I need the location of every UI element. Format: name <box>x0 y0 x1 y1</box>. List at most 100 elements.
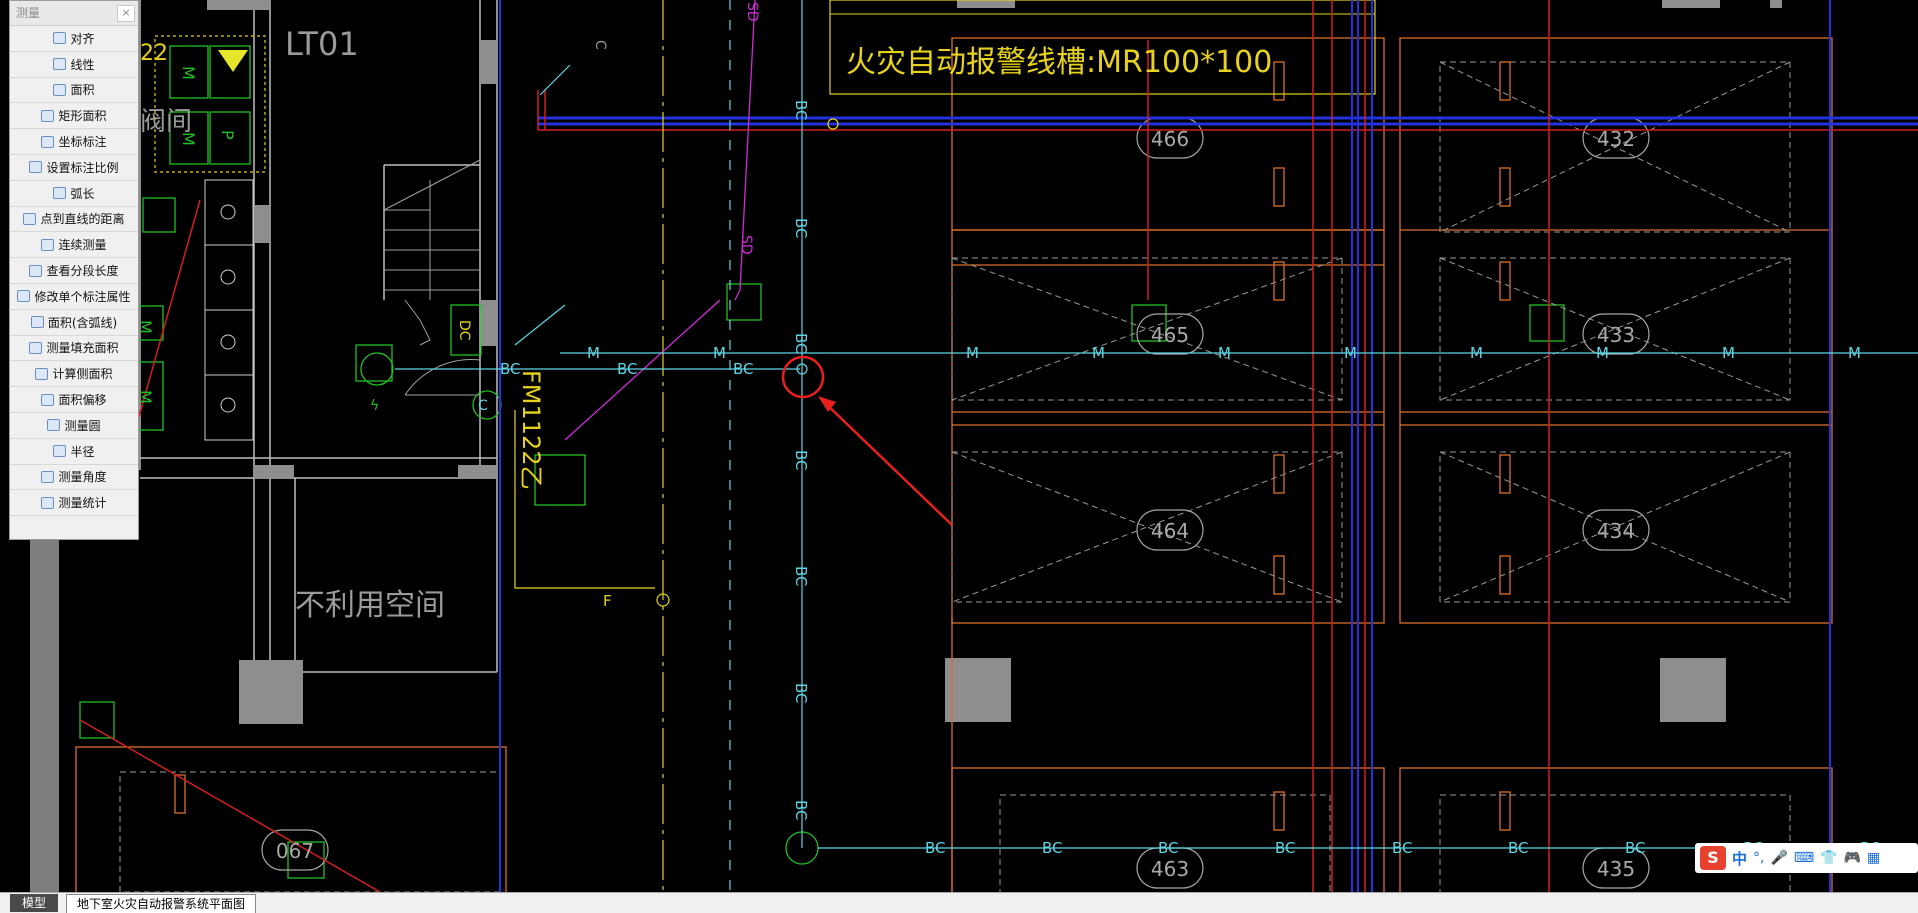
svg-text:BC: BC <box>1625 839 1646 857</box>
svg-text:BC: BC <box>792 218 810 239</box>
palette-close-button[interactable]: × <box>117 5 135 22</box>
svg-text:P: P <box>218 130 237 140</box>
stair-label: LT01 <box>285 25 359 63</box>
tool-fill-area[interactable]: 测量填充面积 <box>10 336 138 362</box>
skin-icon[interactable]: 👕 <box>1820 850 1837 866</box>
svg-text:M: M <box>1596 344 1609 362</box>
tool-angle[interactable]: 测量角度 <box>10 465 138 491</box>
svg-text:464: 464 <box>1151 519 1189 543</box>
svg-text:BC: BC <box>1392 839 1413 857</box>
tool-measure-circle[interactable]: 测量圆 <box>10 413 138 439</box>
tool-segment-length[interactable]: 查看分段长度 <box>10 258 138 284</box>
ime-toolbar[interactable]: S 中 °, 🎤 ⌨ 👕 🎮 ▦ <box>1695 843 1918 873</box>
point-line-icon <box>23 212 37 225</box>
door-label: FM1122乙 <box>517 370 545 490</box>
svg-text:BC: BC <box>792 566 810 587</box>
svg-text:BC: BC <box>792 333 810 354</box>
svg-text:BC: BC <box>1508 839 1529 857</box>
tool-continuous-measure[interactable]: 连续测量 <box>10 232 138 259</box>
sd-tag-2: SD <box>738 235 754 255</box>
cad-drawing-canvas[interactable]: 火灾自动报警线槽:MR100*100 LT01 不利用空间 阀间 22 466 … <box>0 0 1918 892</box>
c-tag: C <box>592 40 608 50</box>
left-label-22: 22 <box>140 41 168 66</box>
f-tag: F <box>603 592 612 610</box>
dc-panel-label: DC <box>456 320 472 341</box>
svg-text:BC: BC <box>1275 839 1296 857</box>
svg-text:465: 465 <box>1151 323 1189 347</box>
svg-text:434: 434 <box>1597 519 1635 543</box>
angle-icon <box>41 470 55 483</box>
tool-edit-dimension[interactable]: 修改单个标注属性 <box>10 284 138 310</box>
svg-text:M: M <box>1218 344 1231 362</box>
rect-area-icon <box>41 109 55 122</box>
svg-text:M: M <box>1344 344 1357 362</box>
svg-text:BC: BC <box>617 360 638 378</box>
c-circle-label: C <box>478 398 488 414</box>
game-icon[interactable]: 🎮 <box>1844 850 1861 866</box>
linear-icon <box>53 58 67 71</box>
segment-icon <box>29 264 43 277</box>
toolbox-icon[interactable]: ▦ <box>1867 850 1880 866</box>
statistics-icon <box>41 496 55 509</box>
tool-coordinate[interactable]: 坐标标注 <box>10 129 138 155</box>
svg-text:463: 463 <box>1151 857 1189 881</box>
svg-text:466: 466 <box>1151 127 1189 151</box>
svg-text:BC: BC <box>792 683 810 704</box>
svg-text:M: M <box>966 344 979 362</box>
svg-text:BC: BC <box>792 800 810 821</box>
edit-dimension-icon <box>17 290 31 303</box>
left-scroll-panel <box>30 540 59 892</box>
svg-text:M: M <box>1092 344 1105 362</box>
svg-text:M: M <box>179 132 198 146</box>
svg-text:M: M <box>587 344 600 362</box>
tool-radius[interactable]: 半径 <box>10 439 138 465</box>
tool-area[interactable]: 面积 <box>10 78 138 104</box>
svg-text:432: 432 <box>1597 127 1635 151</box>
svg-text:M: M <box>713 344 726 362</box>
tool-arc-length[interactable]: 弧长 <box>10 181 138 207</box>
circle-icon <box>47 419 61 432</box>
tool-align[interactable]: 对齐 <box>10 26 138 52</box>
ime-language-toggle[interactable]: 中 <box>1732 848 1747 869</box>
keyboard-icon[interactable]: ⌨ <box>1794 850 1814 866</box>
svg-text:BC: BC <box>1158 839 1179 857</box>
continuous-icon <box>41 238 55 251</box>
microphone-icon[interactable]: 🎤 <box>1770 850 1787 866</box>
sogou-logo-icon[interactable]: S <box>1700 846 1726 870</box>
area-offset-icon <box>41 393 55 406</box>
tool-set-scale[interactable]: 设置标注比例 <box>10 155 138 181</box>
tool-area-arc[interactable]: 面积(含弧线) <box>10 310 138 336</box>
coordinate-icon <box>41 135 55 148</box>
align-icon <box>53 32 67 45</box>
tool-point-line-distance[interactable]: 点到直线的距离 <box>10 207 138 233</box>
tool-area-offset[interactable]: 面积偏移 <box>10 387 138 413</box>
svg-text:BC: BC <box>733 360 754 378</box>
area-icon <box>53 83 67 96</box>
svg-text:435: 435 <box>1597 857 1635 881</box>
svg-text:M: M <box>179 66 198 80</box>
unused-space-label: 不利用空间 <box>295 588 445 623</box>
tab-model[interactable]: 模型 <box>10 894 59 912</box>
svg-text:BC: BC <box>792 450 810 471</box>
layout-tab-bar: 模型 地下室火灾自动报警系统平面图 <box>0 892 1918 913</box>
tab-layout-alarm-plan[interactable]: 地下室火灾自动报警系统平面图 <box>66 894 257 913</box>
radius-icon <box>53 445 67 458</box>
area-arc-icon <box>30 316 44 329</box>
svg-text:BC: BC <box>792 100 810 121</box>
scale-icon <box>29 161 43 174</box>
svg-text:M: M <box>1722 344 1735 362</box>
svg-text:BC: BC <box>1042 839 1063 857</box>
tool-statistics[interactable]: 测量统计 <box>10 490 138 517</box>
cable-tray-label: 火灾自动报警线槽:MR100*100 <box>846 45 1272 80</box>
tool-side-area[interactable]: 计算侧面积 <box>10 361 138 388</box>
measure-tool-palette[interactable]: 测量 × 对齐 线性 面积 矩形面积 坐标标注 设置标注比例 弧长 点到直线的距… <box>9 0 139 540</box>
svg-text:M: M <box>1470 344 1483 362</box>
svg-text:BC: BC <box>925 839 946 857</box>
punctuation-icon[interactable]: °, <box>1753 850 1764 866</box>
lightning-icon: ϟ <box>370 398 379 414</box>
tool-linear[interactable]: 线性 <box>10 52 138 78</box>
svg-text:M: M <box>1848 344 1861 362</box>
tool-rect-area[interactable]: 矩形面积 <box>10 103 138 130</box>
side-area-icon <box>35 367 49 380</box>
arc-icon <box>53 187 67 200</box>
